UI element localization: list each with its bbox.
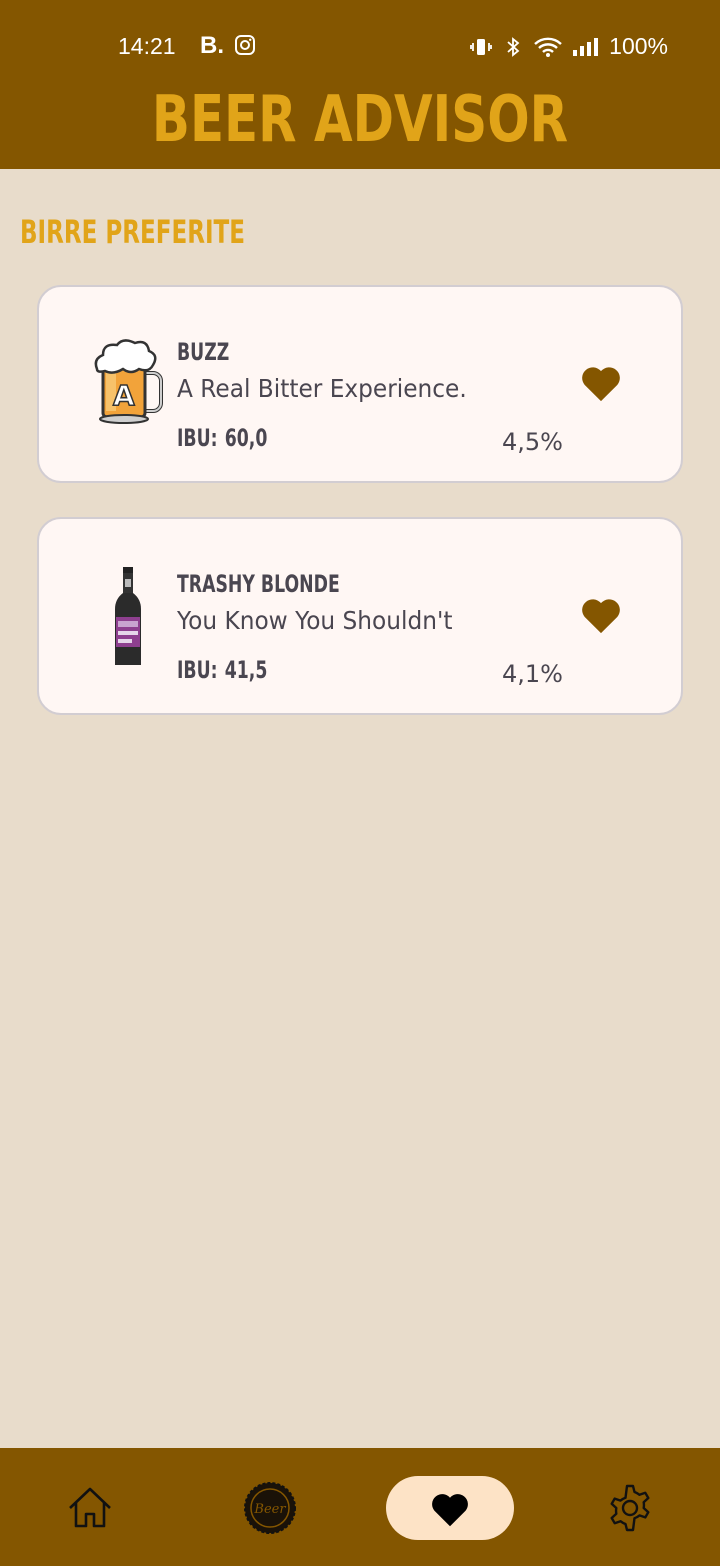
nav-settings-gear-icon[interactable] — [600, 1478, 660, 1538]
beer-card[interactable]: TRASHY BLONDE You Know You Shouldn't IBU… — [37, 517, 683, 715]
beer-abv: 4,5% — [502, 428, 563, 456]
ibu-label: IBU: — [177, 656, 218, 684]
ibu-label: IBU: — [177, 424, 218, 452]
beer-mug-icon: A — [91, 335, 167, 435]
svg-text:A: A — [113, 379, 135, 412]
beer-name: TRASHY BLONDE — [177, 570, 340, 598]
section-title: BIRRE PREFERITE — [20, 213, 245, 251]
ibu-value: 41,5 — [224, 656, 268, 684]
ibu-value: 60,0 — [224, 424, 268, 452]
battery-percent: 100% — [609, 33, 668, 59]
beer-tagline: You Know You Shouldn't — [177, 606, 453, 635]
favorite-heart-icon[interactable] — [579, 595, 623, 635]
status-bar: 14:21 B. 100% — [0, 22, 720, 70]
app-header: 14:21 B. 100% BEER ADVISOR — [0, 0, 720, 169]
favorite-heart-icon[interactable] — [579, 363, 623, 403]
beer-ibu: IBU: 41,5 — [177, 655, 267, 685]
nav-home-icon[interactable] — [60, 1478, 120, 1538]
svg-text:Beer: Beer — [253, 1502, 286, 1517]
nav-beer-cap-icon[interactable]: Beer — [240, 1478, 300, 1538]
beer-ibu: IBU: 60,0 — [177, 423, 267, 453]
vibrate-icon — [469, 36, 493, 58]
wifi-icon — [533, 36, 563, 58]
beer-bottle-icon — [91, 567, 167, 667]
instagram-icon — [234, 34, 256, 56]
status-time: 14:21 — [118, 33, 176, 59]
beer-card[interactable]: A BUZZ A Real Bitter Experience. IBU: 60,… — [37, 285, 683, 483]
nav-favorites-tab[interactable] — [386, 1476, 514, 1540]
beer-abv: 4,1% — [502, 660, 563, 688]
status-app-badge: B. — [200, 32, 224, 59]
beer-tagline: A Real Bitter Experience. — [177, 374, 467, 403]
heart-icon — [432, 1494, 468, 1527]
signal-icon — [571, 36, 601, 58]
beer-name: BUZZ — [177, 338, 230, 366]
app-title: BEER ADVISOR — [151, 83, 569, 157]
bottom-navigation: Beer — [0, 1448, 720, 1566]
bluetooth-icon — [501, 36, 525, 58]
